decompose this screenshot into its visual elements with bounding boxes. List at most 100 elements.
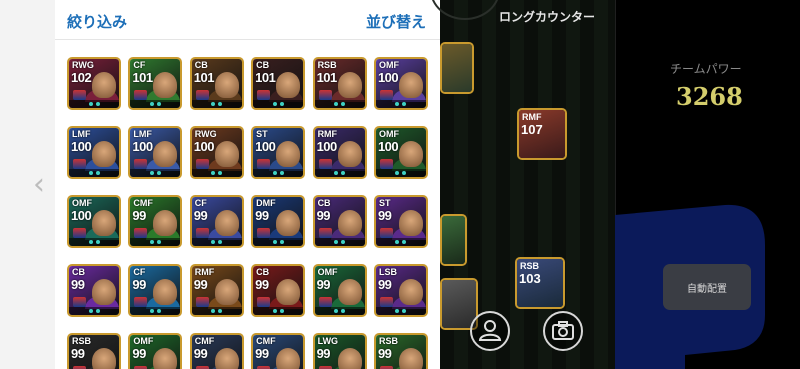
camera-icon bbox=[552, 321, 574, 340]
club-badge-icon bbox=[73, 90, 86, 100]
player-card[interactable]: OMF 99 bbox=[128, 333, 183, 369]
card-status-dots bbox=[314, 238, 365, 246]
player-card[interactable]: CB 99 bbox=[312, 195, 367, 248]
card-status-dots bbox=[69, 169, 119, 177]
player-portrait bbox=[92, 141, 116, 167]
player-card[interactable]: LSB 99 bbox=[373, 264, 428, 317]
card-status-dots bbox=[69, 307, 119, 315]
club-badge-icon bbox=[134, 228, 148, 238]
club-badge-icon bbox=[134, 159, 148, 169]
pitch-player-card[interactable]: RMF 107 bbox=[517, 108, 567, 160]
pitch-player-card[interactable] bbox=[440, 214, 467, 266]
player-card[interactable]: ST 99 bbox=[373, 195, 428, 248]
player-card[interactable]: RWG 102 bbox=[67, 57, 121, 110]
card-position: CF bbox=[133, 60, 146, 70]
pitch-player-card[interactable] bbox=[440, 42, 474, 94]
card-rating: 100 bbox=[132, 139, 153, 154]
card-art bbox=[442, 280, 476, 328]
player-card[interactable]: RWG 100 bbox=[189, 126, 244, 179]
camera-button[interactable] bbox=[543, 311, 583, 351]
player-card[interactable]: LMF 100 bbox=[67, 126, 121, 179]
card-rating: 107 bbox=[521, 122, 543, 137]
player-card[interactable]: OMF 100 bbox=[67, 195, 121, 248]
player-portrait bbox=[153, 210, 178, 236]
card-rating: 99 bbox=[377, 346, 392, 361]
player-card[interactable]: RSB 101 bbox=[312, 57, 367, 110]
player-portrait bbox=[92, 210, 116, 236]
club-badge-icon bbox=[257, 159, 271, 169]
person-icon bbox=[478, 320, 502, 341]
club-badge-icon bbox=[195, 228, 209, 238]
club-badge-icon bbox=[318, 228, 332, 238]
card-position: DMF bbox=[256, 198, 276, 208]
player-card[interactable]: CF 99 bbox=[189, 195, 244, 248]
player-card[interactable]: OMF 100 bbox=[373, 126, 428, 179]
player-card[interactable]: CF 101 bbox=[128, 57, 183, 110]
card-position: OMF bbox=[378, 129, 399, 139]
player-card[interactable]: CB 101 bbox=[189, 57, 244, 110]
card-rating: 100 bbox=[377, 70, 399, 85]
player-card[interactable]: RSB 99 bbox=[67, 333, 121, 369]
card-position: RSB bbox=[378, 336, 398, 346]
card-rating: 99 bbox=[255, 208, 269, 223]
card-rating: 99 bbox=[377, 208, 392, 223]
player-card[interactable]: ST 100 bbox=[251, 126, 306, 179]
player-card[interactable]: LMF 100 bbox=[128, 126, 183, 179]
card-rating: 99 bbox=[71, 346, 85, 361]
card-status-dots bbox=[130, 169, 181, 177]
card-position: RWG bbox=[194, 129, 217, 139]
card-rating: 99 bbox=[132, 208, 146, 223]
card-rating: 100 bbox=[316, 139, 338, 154]
player-card[interactable]: RMF 99 bbox=[189, 264, 244, 317]
player-view-button[interactable] bbox=[470, 311, 510, 351]
pitch-player-card[interactable]: RSB 103 bbox=[515, 257, 565, 309]
player-card[interactable]: DMF 99 bbox=[251, 195, 306, 248]
player-card[interactable]: RMF 100 bbox=[312, 126, 367, 179]
player-card[interactable]: LWG 99 bbox=[312, 333, 367, 369]
club-badge-icon bbox=[73, 297, 86, 307]
player-card[interactable]: RSB 99 bbox=[373, 333, 428, 369]
player-card[interactable]: CMF 99 bbox=[128, 195, 183, 248]
club-badge-icon bbox=[195, 159, 209, 169]
card-position: ST bbox=[256, 129, 268, 139]
card-position: ST bbox=[378, 198, 391, 208]
card-rating: 99 bbox=[255, 346, 269, 361]
player-card[interactable]: CB 99 bbox=[251, 264, 306, 317]
card-position: RMF bbox=[194, 267, 215, 277]
player-portrait bbox=[276, 348, 301, 369]
card-art bbox=[442, 44, 472, 92]
team-power-value: 3268 bbox=[676, 82, 743, 111]
card-rating: 99 bbox=[132, 346, 146, 361]
card-position: OMF bbox=[378, 60, 399, 70]
card-rating: 99 bbox=[316, 277, 331, 292]
card-position: RMF bbox=[522, 112, 542, 122]
player-card[interactable]: CB 99 bbox=[67, 264, 121, 317]
club-badge-icon bbox=[318, 90, 332, 100]
card-position: CB bbox=[72, 267, 85, 277]
card-status-dots bbox=[253, 100, 304, 108]
player-card-grid: RWG 102 CF 101 CB 101 CB 101 RSB 101 OMF 100 LMF 100 L… bbox=[67, 57, 431, 369]
club-badge-icon bbox=[257, 228, 271, 238]
player-card[interactable]: CMF 99 bbox=[251, 333, 306, 369]
card-position: CF bbox=[194, 198, 207, 208]
player-selection-panel: 絞り込み 並び替え RWG 102 CF 101 CB 101 CB 101 RSB 101 OMF… bbox=[55, 0, 440, 369]
player-card[interactable]: OMF 99 bbox=[312, 264, 367, 317]
card-position: LSB bbox=[378, 267, 397, 277]
player-card[interactable]: CB 101 bbox=[251, 57, 306, 110]
card-position: RMF bbox=[317, 129, 338, 139]
player-card[interactable]: CMF 99 bbox=[189, 333, 244, 369]
player-card[interactable]: OMF 100 bbox=[373, 57, 428, 110]
card-position: CMF bbox=[194, 336, 215, 346]
filter-button[interactable]: 絞り込み bbox=[67, 11, 127, 32]
player-portrait bbox=[214, 72, 239, 98]
card-rating: 99 bbox=[316, 346, 331, 361]
player-card[interactable]: CF 99 bbox=[128, 264, 183, 317]
auto-arrange-button[interactable]: 自動配置 bbox=[663, 264, 751, 310]
card-position: RSB bbox=[72, 336, 92, 346]
player-portrait bbox=[398, 72, 423, 98]
club-badge-icon bbox=[379, 297, 393, 307]
chevron-left-icon[interactable]: ‹ bbox=[33, 170, 45, 200]
card-position: CB bbox=[256, 60, 270, 70]
sort-button[interactable]: 並び替え bbox=[366, 11, 426, 32]
card-rating: 99 bbox=[377, 277, 392, 292]
